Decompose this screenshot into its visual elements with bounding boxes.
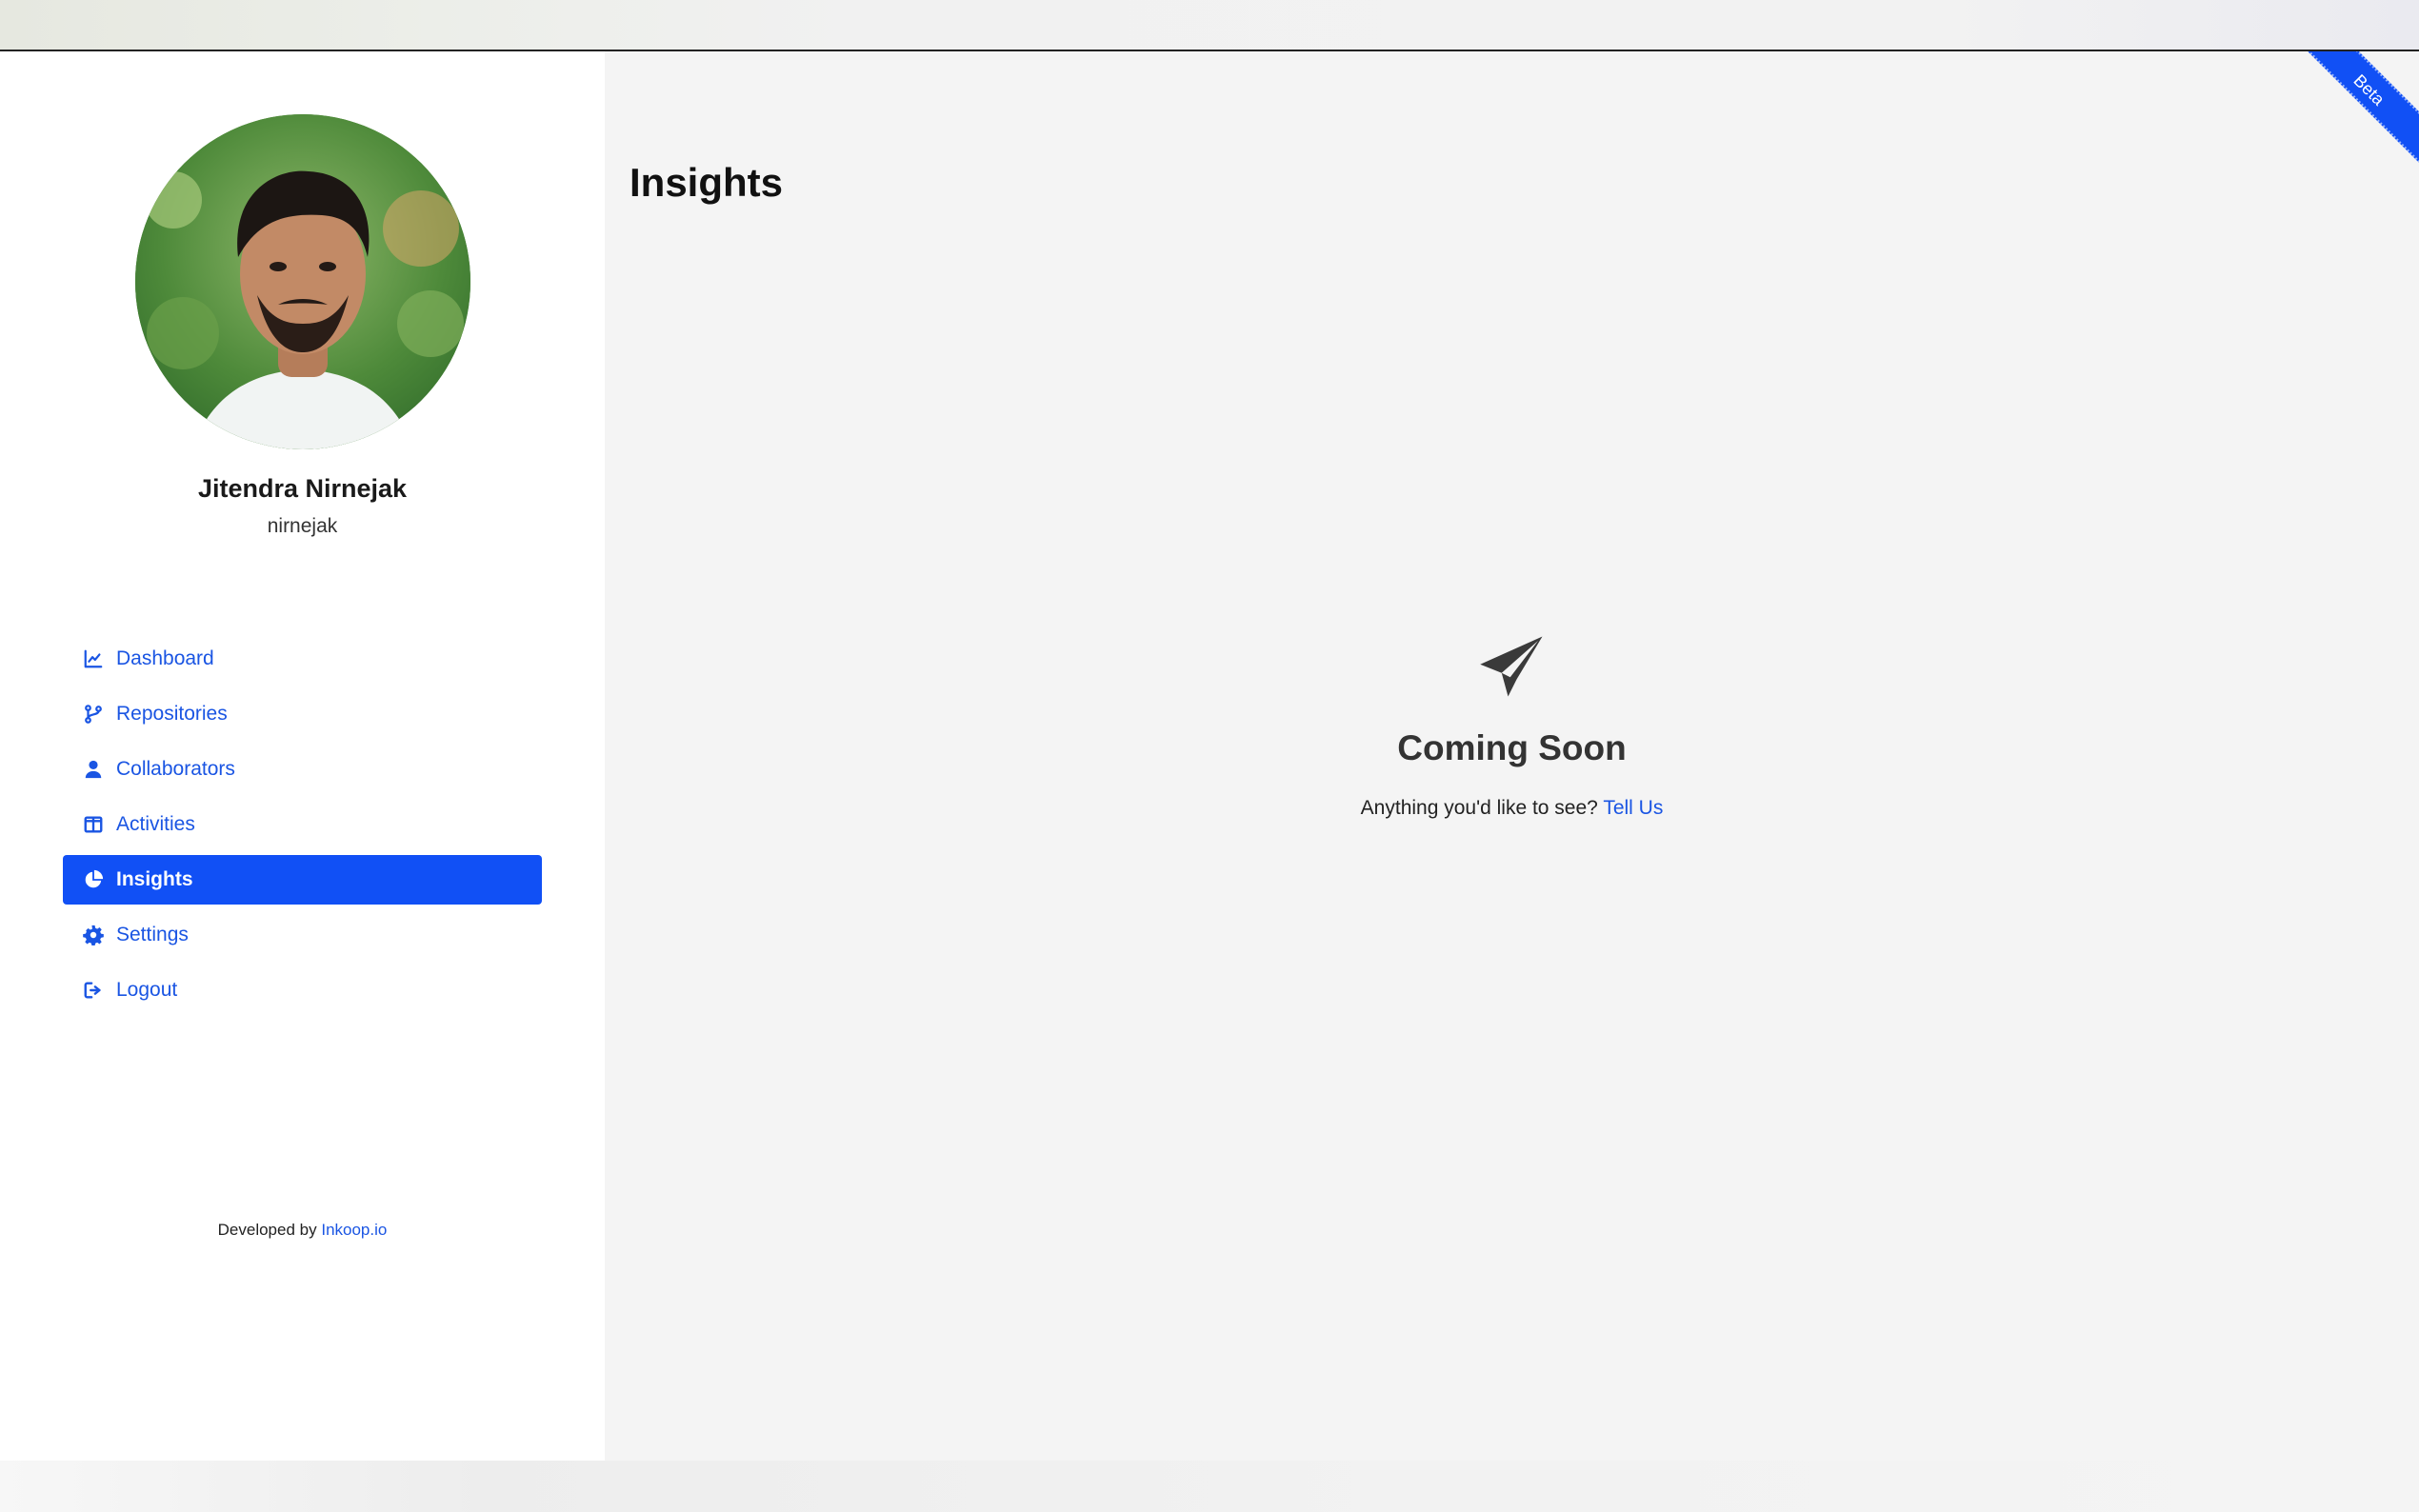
logout-icon [82,979,105,1002]
credit-link[interactable]: Inkoop.io [321,1221,387,1239]
sidebar-nav: Dashboard Repositories Collaborators Act… [63,634,542,1021]
empty-state-question: Anything you'd like to see? [1360,797,1598,819]
bottom-strip [0,1461,2419,1512]
browser-top-bar [0,0,2419,51]
user-icon [82,758,105,781]
beta-ribbon: Beta [2305,51,2419,166]
gear-icon [82,924,105,946]
chart-line-icon [82,647,105,670]
user-handle: nirnejak [267,515,338,537]
page-title: Insights [630,160,784,205]
sidebar-item-label: Insights [116,868,193,890]
sidebar-item-label: Collaborators [116,758,235,780]
sidebar: Jitendra Nirnejak nirnejak Dashboard Rep… [0,51,605,1461]
developer-credit: Developed by Inkoop.io [0,1221,605,1240]
sidebar-item-label: Logout [116,979,178,1001]
tell-us-link[interactable]: Tell Us [1603,797,1663,819]
sidebar-item-label: Settings [116,924,189,945]
sidebar-item-label: Repositories [116,703,228,725]
credit-prefix: Developed by [217,1221,317,1239]
sidebar-item-settings[interactable]: Settings [63,910,542,960]
paper-plane-icon [1478,632,1547,701]
sidebar-item-repositories[interactable]: Repositories [63,689,542,739]
columns-icon [82,813,105,836]
empty-state: Coming Soon Anything you'd like to see? … [605,632,2419,820]
sidebar-item-collaborators[interactable]: Collaborators [63,745,542,794]
branch-icon [82,703,105,726]
sidebar-item-insights[interactable]: Insights [63,855,542,905]
pie-chart-icon [82,868,105,891]
sidebar-item-dashboard[interactable]: Dashboard [63,634,542,684]
empty-state-title: Coming Soon [1397,728,1627,767]
avatar-photo [135,114,470,449]
empty-state-text: Anything you'd like to see? Tell Us [605,797,2419,820]
user-name: Jitendra Nirnejak [197,474,408,503]
sidebar-item-activities[interactable]: Activities [63,800,542,849]
sidebar-item-label: Dashboard [116,647,214,669]
sidebar-item-logout[interactable]: Logout [63,965,542,1015]
avatar [135,114,470,449]
beta-ribbon-label: Beta [2305,51,2419,166]
main-content: Insights Coming Soon Anything you'd like… [605,51,2419,1461]
sidebar-item-label: Activities [116,813,195,835]
